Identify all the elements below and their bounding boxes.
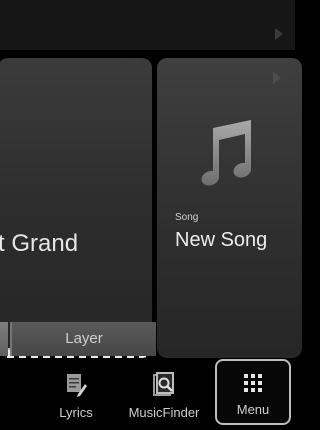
- musicfinder-icon: [153, 372, 174, 396]
- main-tab[interactable]: [0, 322, 8, 356]
- menu-button[interactable]: Menu: [215, 359, 291, 425]
- top-bar: [0, 0, 295, 50]
- voice-panel[interactable]: t Grand: [0, 58, 152, 358]
- menu-label: Menu: [236, 402, 270, 417]
- lyrics-icon: [67, 374, 87, 397]
- music-note-icon: [201, 120, 251, 186]
- layer-tab[interactable]: Layer: [10, 322, 156, 356]
- musicfinder-button[interactable]: MusicFinder: [118, 362, 210, 428]
- menu-grid-icon: [244, 374, 262, 392]
- play-triangle-icon[interactable]: [273, 72, 281, 84]
- song-name: New Song: [175, 229, 268, 251]
- musicfinder-label: MusicFinder: [128, 405, 200, 420]
- song-panel[interactable]: Song New Song: [157, 58, 302, 358]
- lyrics-label: Lyrics: [59, 405, 93, 420]
- lyrics-button[interactable]: Lyrics: [44, 362, 108, 428]
- play-triangle-icon[interactable]: [275, 28, 283, 40]
- voice-name: t Grand: [0, 230, 79, 257]
- song-caption: Song: [175, 212, 199, 223]
